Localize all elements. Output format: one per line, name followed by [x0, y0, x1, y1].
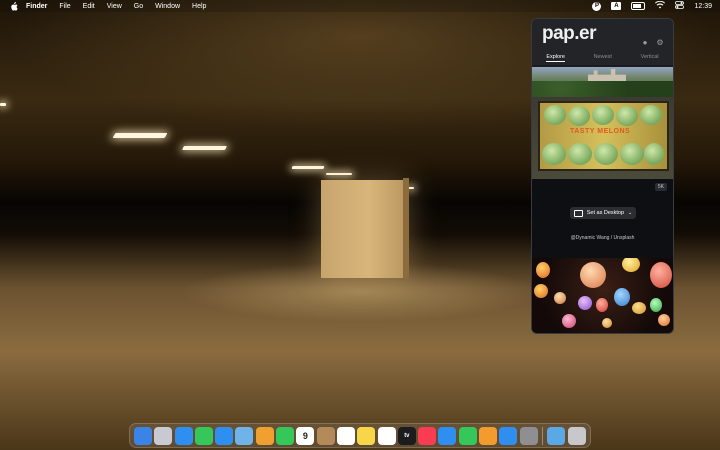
lantern: [650, 298, 662, 312]
lantern: [562, 314, 576, 328]
menu-edit[interactable]: Edit: [83, 3, 95, 10]
apple-menu-icon[interactable]: [10, 1, 18, 11]
resolution-badge: 5K: [654, 183, 667, 191]
tab-bar: Explore Newest Vertical: [532, 54, 673, 62]
panel-header: pap.er ● ⚙ Explore Newest Vertical: [532, 19, 673, 65]
ceiling-light: [326, 173, 352, 175]
numbers-icon[interactable]: [458, 426, 477, 445]
keynote-icon[interactable]: [438, 426, 457, 445]
trash-icon[interactable]: [567, 426, 586, 445]
set-as-desktop-button[interactable]: Set as Desktop ⌄: [570, 207, 636, 219]
theme-toggle-icon[interactable]: ●: [641, 38, 649, 47]
melon: [640, 105, 662, 125]
lantern: [602, 318, 612, 328]
contacts-icon[interactable]: [316, 426, 335, 445]
music-icon[interactable]: [418, 426, 437, 445]
photo-credit[interactable]: @Dynamic Wang / Unsplash: [532, 235, 673, 241]
menu-bar: Finder File Edit View Go Window Help P A…: [0, 0, 720, 12]
finder-icon[interactable]: [134, 426, 152, 445]
ceiling-light: [112, 133, 168, 138]
lantern: [580, 262, 606, 288]
melon: [542, 143, 566, 165]
tab-newest[interactable]: Newest: [594, 54, 612, 62]
ceiling-light: [0, 103, 6, 106]
ceiling-light: [182, 146, 227, 150]
battery-icon[interactable]: [631, 2, 646, 10]
dock-separator: [541, 426, 543, 445]
notes-icon[interactable]: [357, 426, 376, 445]
melon: [644, 143, 664, 165]
set-as-desktop-label: Set as Desktop: [586, 210, 625, 216]
menubar-clock[interactable]: 12:39: [694, 3, 712, 10]
menu-window[interactable]: Window: [155, 3, 180, 10]
facetime-icon[interactable]: [276, 426, 295, 445]
lantern: [534, 284, 548, 298]
freeform-icon[interactable]: [377, 426, 396, 445]
lantern: [632, 302, 646, 314]
dock: 9 tv: [129, 423, 591, 448]
ceiling-light: [291, 166, 325, 169]
launchpad-icon[interactable]: [154, 426, 173, 445]
monitor-icon: [573, 209, 583, 217]
calendar-icon[interactable]: 9: [296, 426, 315, 445]
menu-file[interactable]: File: [59, 3, 70, 10]
mail-icon[interactable]: [215, 426, 234, 445]
wallpaper-tile-selected[interactable]: 5K Set as Desktop ⌄ @Dynamic Wang / Unsp…: [532, 179, 673, 258]
pages-icon[interactable]: [479, 426, 498, 445]
tab-vertical[interactable]: Vertical: [641, 54, 659, 62]
tv-icon[interactable]: tv: [397, 426, 416, 445]
melon: [620, 143, 644, 165]
pillar-side: [403, 178, 409, 279]
melon-crate: TASTY MELONS: [538, 101, 669, 171]
melon: [568, 106, 590, 126]
wallpaper-tile-lanterns[interactable]: [532, 258, 673, 333]
wallpaper-tile-castle[interactable]: [532, 67, 673, 97]
maps-icon[interactable]: [235, 426, 254, 445]
menu-help[interactable]: Help: [192, 3, 206, 10]
photos-icon[interactable]: [255, 426, 274, 445]
system-settings-icon[interactable]: [519, 426, 538, 445]
safari-icon[interactable]: [174, 426, 193, 445]
lantern: [650, 262, 672, 288]
tab-explore[interactable]: Explore: [546, 54, 565, 62]
wallpaper-tile-melons[interactable]: TASTY MELONS: [532, 97, 673, 179]
lantern: [622, 258, 640, 272]
messages-icon[interactable]: [194, 426, 213, 445]
reminders-icon[interactable]: [336, 426, 355, 445]
lantern: [536, 262, 550, 278]
tree-line: [532, 81, 673, 97]
app-store-icon[interactable]: [499, 426, 518, 445]
wifi-icon[interactable]: [655, 0, 666, 11]
melon: [568, 143, 592, 165]
crate-label: TASTY MELONS: [570, 128, 631, 135]
menu-app-finder[interactable]: Finder: [26, 3, 47, 10]
paper-app-icon[interactable]: P: [592, 1, 602, 11]
menu-go[interactable]: Go: [134, 3, 143, 10]
pillar: [321, 180, 408, 278]
keyboard-input-icon[interactable]: A: [611, 2, 622, 10]
lantern: [554, 292, 566, 304]
control-center-icon[interactable]: [675, 1, 685, 11]
melon: [594, 143, 618, 165]
gear-icon[interactable]: ⚙: [656, 38, 664, 47]
chevron-down-icon[interactable]: ⌄: [628, 210, 632, 216]
melon: [544, 105, 566, 125]
lantern: [614, 288, 630, 306]
paper-logo: pap.er: [542, 23, 597, 44]
lantern: [658, 314, 670, 326]
paper-popover-panel: pap.er ● ⚙ Explore Newest Vertical TASTY…: [531, 18, 674, 334]
lantern: [578, 296, 592, 310]
status-area: P A 12:39: [592, 0, 712, 12]
melon: [616, 106, 638, 126]
lantern: [596, 298, 608, 312]
menu-view[interactable]: View: [107, 3, 122, 10]
downloads-folder-icon[interactable]: [547, 426, 566, 445]
melon: [592, 105, 614, 125]
